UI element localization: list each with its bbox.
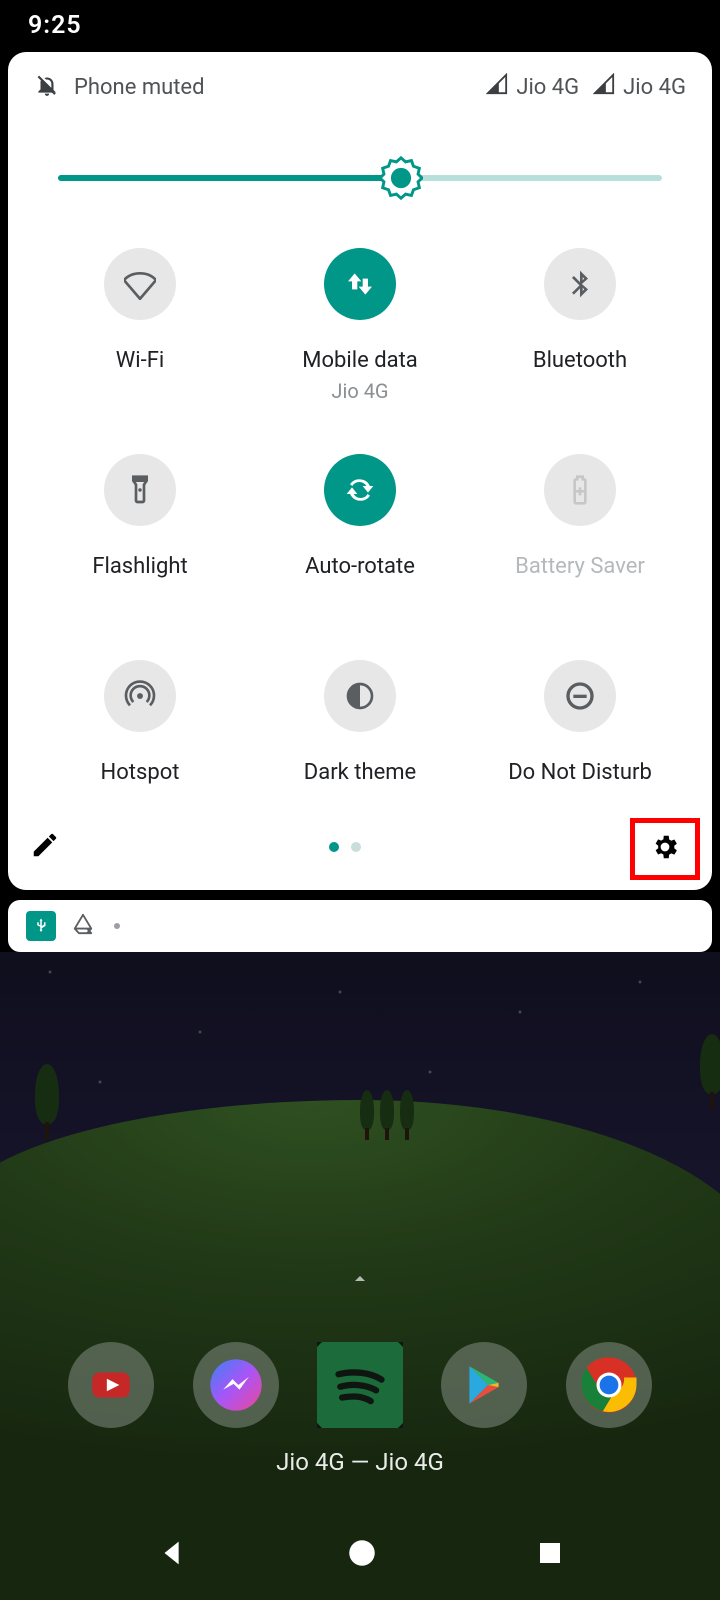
bluetooth-icon[interactable] <box>544 248 616 320</box>
tile-label: Flashlight <box>92 554 187 579</box>
tile-label: Do Not Disturb <box>508 760 652 785</box>
tile-wifi[interactable]: Wi-Fi <box>40 248 240 454</box>
phone-status-text: Phone muted <box>74 75 205 100</box>
tile-flashlight[interactable]: Flashlight <box>40 454 240 660</box>
quick-settings-header: Phone muted Jio 4G Jio 4G <box>30 72 690 102</box>
sim2-label: Jio 4G <box>623 75 686 100</box>
home-circle-icon <box>345 1536 379 1570</box>
signal-icon <box>593 73 615 101</box>
half-circle-icon[interactable] <box>324 660 396 732</box>
quick-settings-footer <box>30 818 690 876</box>
spotify-icon <box>317 1342 403 1428</box>
dnd-icon[interactable] <box>544 660 616 732</box>
brightness-track-fill <box>58 175 401 181</box>
qs-header-right: Jio 4G Jio 4G <box>486 73 686 101</box>
tile-label: Auto-rotate <box>305 554 415 579</box>
quick-settings-panel: Phone muted Jio 4G Jio 4G <box>8 52 712 890</box>
edit-button[interactable] <box>30 830 60 864</box>
rotate-icon[interactable] <box>324 454 396 526</box>
drive-icon <box>72 913 94 939</box>
tile-label: Bluetooth <box>533 348 627 373</box>
bell-off-icon <box>34 72 60 102</box>
sim1-indicator: Jio 4G <box>486 73 579 101</box>
status-time: 9:25 <box>28 11 82 40</box>
back-icon <box>156 1536 190 1570</box>
more-dot-icon <box>114 923 120 929</box>
navigation-bar <box>0 1510 720 1600</box>
dock-app-spotify[interactable] <box>317 1342 403 1428</box>
brightness-thumb[interactable] <box>379 156 423 200</box>
messenger-icon <box>208 1357 264 1413</box>
tile-label: Mobile data <box>302 348 417 373</box>
battery-plus-icon[interactable] <box>544 454 616 526</box>
settings-button-highlight <box>630 818 700 880</box>
sim2-indicator: Jio 4G <box>593 73 686 101</box>
page-indicator <box>329 842 361 852</box>
dock-app-play-store[interactable] <box>441 1342 527 1428</box>
tile-sublabel: Jio 4G <box>331 379 388 403</box>
chevron-up-icon <box>348 1267 372 1291</box>
wifi-icon[interactable] <box>104 248 176 320</box>
tile-battery-saver[interactable]: Battery Saver <box>480 454 680 660</box>
tile-bluetooth[interactable]: Bluetooth <box>480 248 680 454</box>
page-dot-1 <box>329 842 339 852</box>
tile-label: Dark theme <box>304 760 416 785</box>
signal-icon <box>486 73 508 101</box>
data-arrows-icon[interactable] <box>324 248 396 320</box>
app-drawer-handle[interactable] <box>348 1267 372 1295</box>
flashlight-icon[interactable] <box>104 454 176 526</box>
hotspot-icon[interactable] <box>104 660 176 732</box>
tile-mobile-data[interactable]: Mobile data Jio 4G <box>260 248 460 454</box>
dock <box>0 1342 720 1428</box>
usb-icon <box>26 911 56 941</box>
home-screen: Jio 4G — Jio 4G <box>0 952 720 1600</box>
nav-recents-button[interactable] <box>535 1538 565 1572</box>
carrier-label: Jio 4G — Jio 4G <box>0 1448 720 1476</box>
tile-label: Hotspot <box>101 760 180 785</box>
sim1-label: Jio 4G <box>516 75 579 100</box>
youtube-icon <box>86 1360 136 1410</box>
tile-label: Battery Saver <box>515 554 645 579</box>
tile-label: Wi-Fi <box>116 348 164 373</box>
nav-home-button[interactable] <box>345 1536 379 1574</box>
recents-square-icon <box>535 1538 565 1568</box>
gear-icon <box>650 832 680 862</box>
tile-auto-rotate[interactable]: Auto-rotate <box>260 454 460 660</box>
status-bar: 9:25 <box>0 0 720 50</box>
chrome-icon <box>579 1355 639 1415</box>
dock-app-chrome[interactable] <box>566 1342 652 1428</box>
dock-app-messenger[interactable] <box>193 1342 279 1428</box>
notification-strip[interactable] <box>8 900 712 952</box>
settings-button[interactable] <box>650 832 680 866</box>
quick-settings-tiles: Wi-Fi Mobile data Jio 4G Bluetooth Flash… <box>30 248 690 866</box>
play-store-icon <box>459 1360 509 1410</box>
qs-header-left: Phone muted <box>34 72 205 102</box>
dock-app-youtube[interactable] <box>68 1342 154 1428</box>
pencil-icon <box>30 830 60 860</box>
brightness-slider[interactable] <box>30 158 690 198</box>
nav-back-button[interactable] <box>156 1536 190 1574</box>
page-dot-2 <box>351 842 361 852</box>
